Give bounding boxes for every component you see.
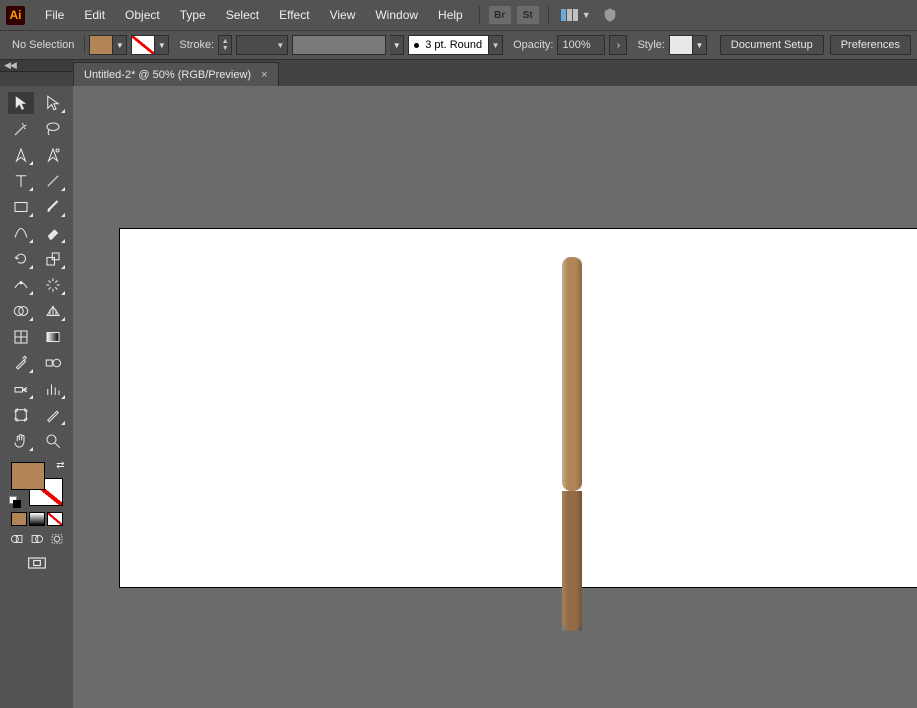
free-transform-tool[interactable] bbox=[40, 274, 66, 296]
stroke-label: Stroke: bbox=[179, 39, 214, 51]
style-label: Style: bbox=[637, 39, 665, 51]
control-divider bbox=[84, 36, 85, 54]
fill-color[interactable]: ▼ bbox=[89, 35, 127, 55]
variable-width-profile-dd[interactable]: ▼ bbox=[390, 35, 404, 55]
menu-select[interactable]: Select bbox=[216, 8, 269, 22]
menu-effect[interactable]: Effect bbox=[269, 8, 319, 22]
rectangle-tool[interactable] bbox=[8, 196, 34, 218]
fill-proxy[interactable] bbox=[11, 462, 45, 490]
menu-view[interactable]: View bbox=[320, 8, 366, 22]
stock-button[interactable]: St bbox=[517, 6, 539, 24]
slice-tool[interactable] bbox=[40, 404, 66, 426]
brush-dot-icon bbox=[409, 43, 423, 48]
scale-tool[interactable] bbox=[40, 248, 66, 270]
chevron-down-icon: ▼ bbox=[582, 10, 591, 20]
tools-panel: ⇄ bbox=[0, 86, 73, 582]
color-mode-solid[interactable] bbox=[11, 512, 27, 526]
default-fill-stroke-icon[interactable] bbox=[9, 496, 21, 508]
menu-help[interactable]: Help bbox=[428, 8, 473, 22]
pen-tool[interactable] bbox=[8, 144, 34, 166]
control-bar: No Selection ▼ ▼ Stroke: ▲▼ ▼ ▼ 3 pt. Ro… bbox=[0, 30, 917, 60]
draw-normal[interactable] bbox=[9, 532, 25, 546]
artwork-stick[interactable] bbox=[562, 257, 582, 491]
stroke-weight-field[interactable]: ▼ bbox=[236, 35, 288, 55]
type-tool[interactable] bbox=[8, 170, 34, 192]
menu-bar: Ai File Edit Object Type Select Effect V… bbox=[0, 0, 917, 30]
zoom-tool[interactable] bbox=[40, 430, 66, 452]
magic-wand-tool[interactable] bbox=[8, 118, 34, 140]
direct-selection-tool[interactable] bbox=[40, 92, 66, 114]
canvas-area[interactable] bbox=[73, 86, 917, 708]
collapse-icon: ◀◀ bbox=[4, 60, 16, 71]
panel-collapse-strip[interactable]: ◀◀ bbox=[0, 60, 73, 72]
brush-label: 3 pt. Round bbox=[423, 39, 488, 51]
drawing-mode-row bbox=[6, 532, 67, 546]
stroke-weight-stepper[interactable]: ▲▼ bbox=[218, 35, 232, 55]
line-segment-tool[interactable] bbox=[40, 170, 66, 192]
menu-file[interactable]: File bbox=[35, 8, 74, 22]
draw-behind[interactable] bbox=[29, 532, 45, 546]
document-tab-title: Untitled-2* @ 50% (RGB/Preview) bbox=[84, 69, 251, 81]
perspective-grid-tool[interactable] bbox=[40, 300, 66, 322]
opacity-field[interactable]: 100% bbox=[557, 35, 605, 55]
menu-divider bbox=[479, 6, 480, 24]
swap-fill-stroke-icon[interactable]: ⇄ bbox=[56, 460, 64, 471]
document-setup-button[interactable]: Document Setup bbox=[720, 35, 824, 55]
chevron-down-icon: ▼ bbox=[154, 36, 168, 54]
color-mode-gradient[interactable] bbox=[29, 512, 45, 526]
menu-window[interactable]: Window bbox=[365, 8, 428, 22]
gradient-tool[interactable] bbox=[40, 326, 66, 348]
shaper-tool[interactable] bbox=[8, 222, 34, 244]
close-icon[interactable]: × bbox=[261, 69, 267, 81]
preferences-button[interactable]: Preferences bbox=[830, 35, 911, 55]
fill-swatch bbox=[90, 36, 112, 54]
lasso-tool[interactable] bbox=[40, 118, 66, 140]
column-graph-tool[interactable] bbox=[40, 378, 66, 400]
style-swatch bbox=[670, 36, 692, 54]
paintbrush-tool[interactable] bbox=[40, 196, 66, 218]
screen-mode[interactable] bbox=[24, 554, 50, 572]
blend-tool[interactable] bbox=[40, 352, 66, 374]
eyedropper-tool[interactable] bbox=[8, 352, 34, 374]
bridge-button[interactable]: Br bbox=[489, 6, 511, 24]
fill-stroke-proxy[interactable]: ⇄ bbox=[9, 460, 65, 508]
opacity-label: Opacity: bbox=[513, 39, 553, 51]
arrange-documents[interactable]: ▼ bbox=[561, 9, 591, 21]
selection-tool[interactable] bbox=[8, 92, 34, 114]
app-logo: Ai bbox=[6, 6, 25, 25]
selection-status: No Selection bbox=[6, 39, 80, 51]
variable-width-profile[interactable] bbox=[292, 35, 386, 55]
draw-inside[interactable] bbox=[49, 532, 65, 546]
color-mode-row bbox=[6, 512, 67, 526]
menu-edit[interactable]: Edit bbox=[74, 8, 115, 22]
menu-type[interactable]: Type bbox=[170, 8, 216, 22]
graphic-style[interactable]: ▼ bbox=[669, 35, 707, 55]
gpu-preview-icon[interactable] bbox=[601, 6, 619, 24]
artboard[interactable] bbox=[119, 228, 917, 588]
chevron-down-icon: ▼ bbox=[276, 41, 284, 50]
rotate-tool[interactable] bbox=[8, 248, 34, 270]
stroke-swatch-none bbox=[132, 36, 154, 54]
eraser-tool[interactable] bbox=[40, 222, 66, 244]
menu-divider-2 bbox=[548, 6, 549, 24]
stroke-color[interactable]: ▼ bbox=[131, 35, 169, 55]
menu-object[interactable]: Object bbox=[115, 8, 170, 22]
opacity-more[interactable]: › bbox=[609, 35, 627, 55]
brush-definition[interactable]: 3 pt. Round ▼ bbox=[408, 35, 503, 55]
shape-builder-tool[interactable] bbox=[8, 300, 34, 322]
hand-tool[interactable] bbox=[8, 430, 34, 452]
color-mode-none[interactable] bbox=[47, 512, 63, 526]
document-tabstrip: Untitled-2* @ 50% (RGB/Preview) × bbox=[0, 60, 917, 86]
chevron-down-icon: ▼ bbox=[488, 36, 502, 54]
artwork-stick-shadow bbox=[562, 491, 582, 631]
chevron-down-icon: ▼ bbox=[692, 36, 706, 54]
mesh-tool[interactable] bbox=[8, 326, 34, 348]
artboard-tool[interactable] bbox=[8, 404, 34, 426]
symbol-sprayer-tool[interactable] bbox=[8, 378, 34, 400]
screen-mode-row bbox=[6, 554, 67, 572]
chevron-down-icon: ▼ bbox=[112, 36, 126, 54]
curvature-tool[interactable] bbox=[40, 144, 66, 166]
document-tab[interactable]: Untitled-2* @ 50% (RGB/Preview) × bbox=[73, 62, 279, 86]
width-tool[interactable] bbox=[8, 274, 34, 296]
